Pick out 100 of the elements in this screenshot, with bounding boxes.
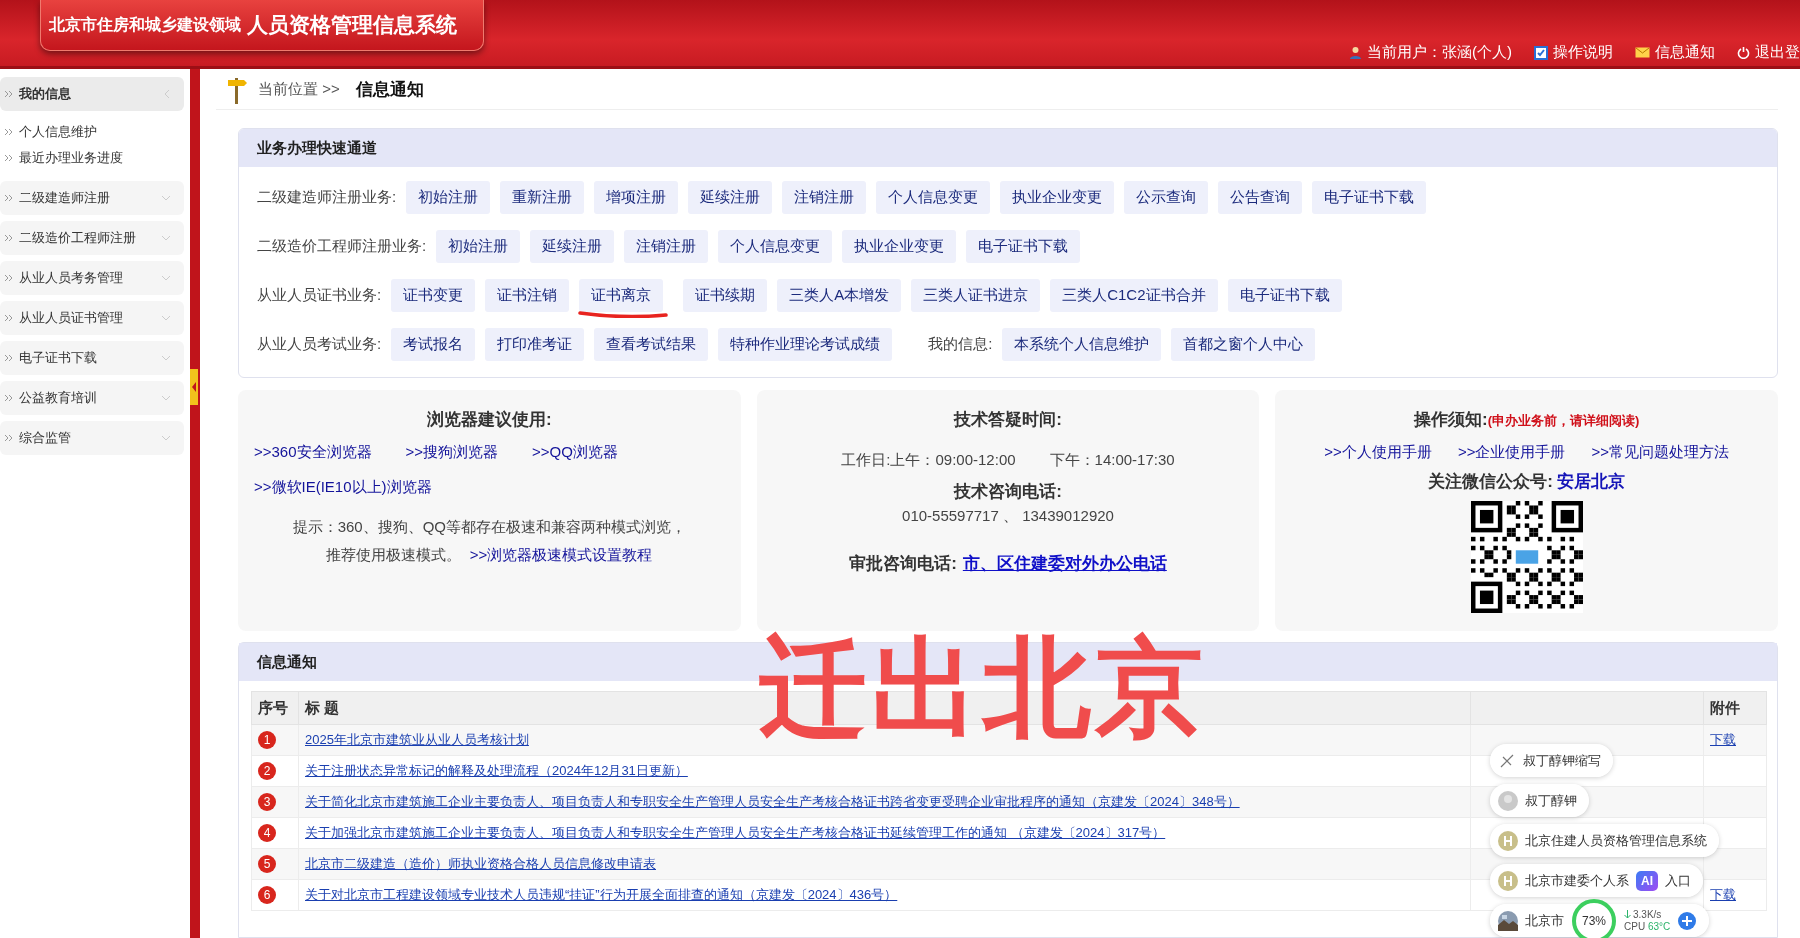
- shortcut-button[interactable]: 首都之窗个人中心: [1171, 328, 1316, 361]
- power-icon: [1737, 46, 1750, 59]
- hours-text: 下午：14:00-17:30: [1049, 451, 1175, 468]
- sidebar-item[interactable]: 二级造价工程师注册: [0, 221, 184, 255]
- ai-badge[interactable]: AI: [1636, 870, 1658, 891]
- expand-chevron-icon: [160, 354, 171, 362]
- plus-icon[interactable]: [1677, 910, 1698, 931]
- shortcut-button[interactable]: 三类人C1C2证书合并: [1050, 279, 1218, 312]
- row-number: 5: [258, 855, 276, 873]
- shortcut-button[interactable]: 特种作业理论考试成绩: [718, 328, 893, 361]
- card-title: 技术答疑时间:: [954, 409, 1062, 431]
- phone-numbers: 010-55597717 、 13439012920: [902, 507, 1114, 526]
- expand-chevron-icon: [160, 434, 171, 442]
- shortcut-button[interactable]: 电子证书下载: [966, 230, 1081, 263]
- row-label: 二级造价工程师注册业务:: [257, 237, 427, 256]
- sidebar-item[interactable]: 从业人员证书管理: [0, 301, 184, 335]
- hours-text: 工作日:上午：09:00-12:00: [841, 451, 1016, 468]
- double-chevron-icon: [4, 154, 13, 162]
- double-chevron-icon: [4, 354, 13, 362]
- browser-link[interactable]: >>微软IE(IE10以上)浏览器: [254, 478, 432, 497]
- sidebar-subitem[interactable]: 最近办理业务进度: [0, 145, 190, 171]
- help-icon: [1534, 45, 1548, 60]
- approval-link[interactable]: 市、区住建委对外办公电话: [962, 552, 1167, 575]
- download-link[interactable]: 下载: [1710, 887, 1736, 902]
- site-icon: [1498, 870, 1518, 891]
- sidebar-item[interactable]: 我的信息: [0, 77, 184, 111]
- suggestion-chip[interactable]: 叔丁醇钾缩写: [1490, 744, 1613, 777]
- manual-link[interactable]: >>企业使用手册: [1457, 443, 1566, 462]
- shortcut-button[interactable]: 增项注册: [594, 181, 679, 214]
- shortcut-button[interactable]: 延续注册: [688, 181, 773, 214]
- manual-link[interactable]: >>常见问题处理方法: [1591, 443, 1729, 462]
- shortcut-button[interactable]: 查看考试结果: [594, 328, 709, 361]
- row-number: 4: [258, 824, 276, 842]
- shortcut-button[interactable]: 初始注册: [436, 230, 521, 263]
- sidebar-item[interactable]: 从业人员考务管理: [0, 261, 184, 295]
- shortcut-button[interactable]: 执业企业变更: [842, 230, 957, 263]
- double-chevron-icon: [4, 194, 13, 202]
- notice-link[interactable]: 2025年北京市建筑业从业人员考核计划: [305, 732, 529, 747]
- shortcut-button[interactable]: 电子证书下载: [1227, 279, 1342, 312]
- suggestion-chip[interactable]: 北京住建人员资格管理信息系统: [1490, 824, 1719, 857]
- sidebar-item[interactable]: 公益教育培训: [0, 381, 184, 415]
- approval-label: 审批咨询电话:: [849, 553, 957, 575]
- shortcut-button[interactable]: 执业企业变更: [1000, 181, 1115, 214]
- column-header: 附件: [1703, 691, 1767, 725]
- row-label: 从业人员考试业务:: [257, 335, 382, 354]
- envelope-icon: [1635, 47, 1650, 58]
- shortcut-button[interactable]: 本系统个人信息维护: [1002, 328, 1162, 361]
- shortcut-button[interactable]: 证书注销: [485, 279, 570, 312]
- shortcut-button[interactable]: 重新注册: [500, 181, 585, 214]
- shortcut-button[interactable]: 证书离京: [579, 279, 664, 312]
- row-number: 3: [258, 793, 276, 811]
- shortcut-button[interactable]: 证书续期: [683, 279, 768, 312]
- browser-link[interactable]: >>搜狗浏览器: [405, 443, 499, 462]
- panel-title: 业务办理快速通道: [257, 138, 377, 158]
- notice-link[interactable]: 北京市二级建造（造价）师执业资格合格人员信息修改申请表: [305, 856, 656, 871]
- manual-link[interactable]: >>个人使用手册: [1324, 443, 1432, 462]
- double-chevron-icon: [4, 90, 13, 98]
- expand-chevron-icon: [160, 394, 171, 402]
- breadcrumb-label: 当前位置 >>: [258, 79, 340, 99]
- shortcut-button[interactable]: 公示查询: [1124, 181, 1209, 214]
- shortcut-button[interactable]: 个人信息变更: [876, 181, 991, 214]
- sidebar-item[interactable]: 电子证书下载: [0, 341, 184, 375]
- browser-link[interactable]: >>QQ浏览器: [532, 443, 618, 462]
- browser-link[interactable]: >>360安全浏览器: [254, 443, 372, 462]
- card-title: 操作须知:: [1414, 409, 1488, 431]
- shortcut-button[interactable]: 考试报名: [391, 328, 476, 361]
- collapse-chevron-icon: [162, 89, 171, 99]
- shortcut-button[interactable]: 证书变更: [391, 279, 476, 312]
- shortcut-button[interactable]: 三类人证书进京: [911, 279, 1041, 312]
- download-link[interactable]: 下载: [1710, 732, 1736, 747]
- shortcut-button[interactable]: 打印准考证: [485, 328, 585, 361]
- collapse-tab-icon[interactable]: [190, 369, 198, 405]
- usage-reading: 73%: [1582, 913, 1606, 928]
- suggestion-chip[interactable]: 叔丁醇钾: [1490, 784, 1589, 817]
- header-link[interactable]: 操作说明: [1553, 43, 1613, 62]
- sidebar-item[interactable]: 综合监管: [0, 421, 184, 455]
- column-header: 序号: [251, 691, 299, 725]
- header-link[interactable]: 退出登: [1755, 43, 1800, 62]
- current-user: 当前用户：张涵(个人): [1367, 43, 1512, 62]
- header-link[interactable]: 信息通知: [1655, 43, 1715, 62]
- tutorial-link[interactable]: >>浏览器极速模式设置教程: [469, 546, 653, 563]
- row-number: 6: [258, 886, 276, 904]
- shortcut-button[interactable]: 初始注册: [406, 181, 491, 214]
- shortcut-button[interactable]: 注销注册: [624, 230, 709, 263]
- shortcut-button[interactable]: 个人信息变更: [718, 230, 833, 263]
- shortcut-button[interactable]: 三类人A本增发: [777, 279, 902, 312]
- shortcut-button[interactable]: 公告查询: [1218, 181, 1303, 214]
- row-label: 从业人员证书业务:: [257, 286, 382, 305]
- sidebar-subitem[interactable]: 个人信息维护: [0, 119, 190, 145]
- double-chevron-icon: [4, 394, 13, 402]
- sidebar-item[interactable]: 二级建造师注册: [0, 181, 184, 215]
- panel-title: 信息通知: [257, 652, 317, 672]
- shortcut-button[interactable]: 延续注册: [530, 230, 615, 263]
- notice-link[interactable]: 关于注册状态异常标记的解释及处理流程（2024年12月31日更新）: [305, 763, 688, 778]
- avatar-icon: [1498, 790, 1518, 811]
- expand-chevron-icon: [160, 234, 171, 242]
- shortcut-button[interactable]: 电子证书下载: [1312, 181, 1427, 214]
- net-speed: 3.3K/s: [1633, 908, 1662, 921]
- card-note: (申办业务前，请详细阅读): [1487, 412, 1640, 430]
- shortcut-button[interactable]: 注销注册: [782, 181, 867, 214]
